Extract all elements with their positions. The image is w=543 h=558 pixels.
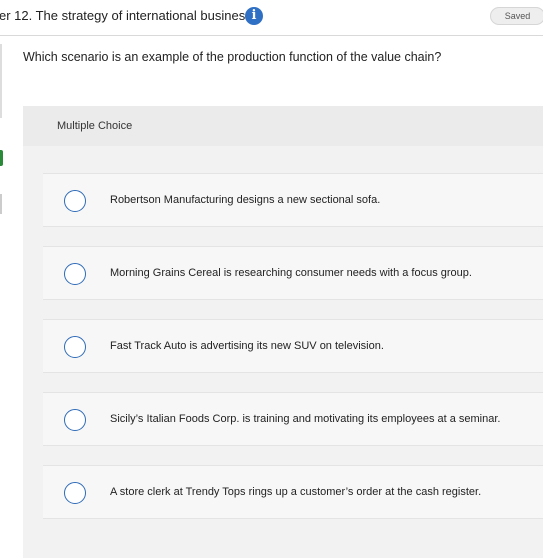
multiple-choice-header: Multiple Choice	[23, 106, 543, 146]
answer-option-text: Fast Track Auto is advertising its new S…	[110, 340, 384, 352]
radio-button[interactable]	[64, 482, 86, 504]
side-panel-edge	[0, 44, 2, 118]
answer-option-5[interactable]: A store clerk at Trendy Tops rings up a …	[43, 465, 543, 519]
radio-button[interactable]	[64, 190, 86, 212]
answer-option-text: Sicily’s Italian Foods Corp. is training…	[110, 413, 501, 425]
saved-status-badge: Saved	[490, 7, 543, 25]
radio-button[interactable]	[64, 263, 86, 285]
info-icon[interactable]: i	[245, 7, 263, 25]
header-bar: er 12. The strategy of international bus…	[0, 0, 543, 34]
answer-option-4[interactable]: Sicily’s Italian Foods Corp. is training…	[43, 392, 543, 446]
header-divider	[0, 35, 543, 36]
page-title: er 12. The strategy of international bus…	[0, 8, 252, 23]
side-status-indicator	[0, 150, 3, 166]
question-text: Which scenario is an example of the prod…	[23, 50, 442, 64]
radio-button[interactable]	[64, 409, 86, 431]
multiple-choice-label: Multiple Choice	[57, 120, 133, 132]
radio-button[interactable]	[64, 336, 86, 358]
answer-option-text: A store clerk at Trendy Tops rings up a …	[110, 486, 482, 498]
answer-option-text: Morning Grains Cereal is researching con…	[110, 267, 472, 279]
multiple-choice-panel: Multiple Choice Robertson Manufacturing …	[23, 106, 543, 558]
side-panel-marker	[0, 194, 2, 214]
answer-option-3[interactable]: Fast Track Auto is advertising its new S…	[43, 319, 543, 373]
answer-option-1[interactable]: Robertson Manufacturing designs a new se…	[43, 173, 543, 227]
answer-option-text: Robertson Manufacturing designs a new se…	[110, 194, 381, 206]
answer-option-2[interactable]: Morning Grains Cereal is researching con…	[43, 246, 543, 300]
